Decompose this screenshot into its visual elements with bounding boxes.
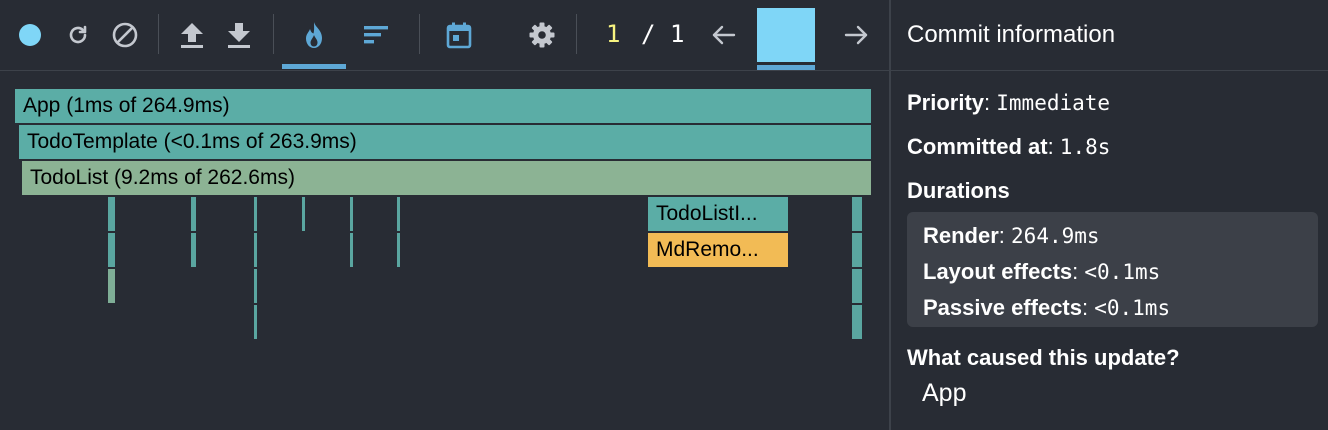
priority-label: Priority — [907, 90, 985, 115]
passive-effects-value: <0.1ms — [1094, 296, 1171, 320]
flamegraph-node[interactable] — [191, 233, 196, 267]
download-icon — [228, 23, 250, 48]
save-profile-button[interactable] — [220, 16, 258, 54]
calendar-icon — [446, 22, 472, 49]
durations-box: Render: 264.9ms Layout effects: <0.1ms P… — [907, 212, 1318, 327]
layout-effects-label: Layout effects — [923, 259, 1073, 284]
flamegraph-node[interactable] — [108, 233, 115, 267]
render-duration-row: Render: 264.9ms — [923, 223, 1100, 249]
commit-bar[interactable] — [757, 8, 815, 62]
cause-component-app[interactable]: App — [922, 379, 966, 408]
clear-profile-button[interactable] — [106, 16, 144, 54]
reload-and-profile-button[interactable] — [59, 16, 97, 54]
sidebar-title: Commit information — [907, 21, 1116, 48]
priority-value: Immediate — [996, 91, 1111, 115]
flamegraph-node-app[interactable]: App (1ms of 264.9ms) — [15, 89, 871, 123]
commit-selector — [757, 8, 815, 70]
flamegraph-tab-underline — [282, 64, 346, 69]
clear-icon — [112, 22, 138, 48]
committed-at-label: Committed at — [907, 134, 1048, 159]
selected-commit-indicator — [757, 65, 815, 70]
render-value: 264.9ms — [1011, 224, 1100, 248]
flame-icon — [306, 22, 322, 48]
flamegraph-node-mdremove[interactable]: MdRemo... — [648, 233, 788, 267]
flamegraph-node-todolistitem[interactable]: TodoListI... — [648, 197, 788, 231]
cause-heading: What caused this update? — [907, 345, 1180, 371]
flamegraph-node[interactable] — [254, 305, 257, 339]
layout-effects-value: <0.1ms — [1084, 260, 1161, 284]
toolbar-separator — [419, 14, 420, 54]
toolbar: 1 / 1 — [0, 0, 889, 71]
flamegraph-node[interactable] — [191, 197, 196, 231]
flamegraph-chart: App (1ms of 264.9ms) TodoTemplate (<0.1m… — [0, 71, 889, 430]
committed-at-colon: : — [1047, 134, 1060, 159]
gear-icon — [529, 22, 555, 48]
flamegraph-node-todotemplate[interactable]: TodoTemplate (<0.1ms of 263.9ms) — [19, 125, 871, 159]
commit-total: 1 — [670, 20, 685, 48]
passive-effects-row: Passive effects: <0.1ms — [923, 295, 1170, 321]
flamegraph-node[interactable] — [108, 197, 115, 231]
commit-index: 1 — [606, 20, 621, 48]
layout-effects-colon: : — [1072, 259, 1085, 284]
ranked-tab[interactable] — [357, 16, 395, 54]
flamegraph-tab[interactable] — [295, 16, 333, 54]
timeline-tab[interactable] — [440, 16, 478, 54]
flamegraph-node-todolist[interactable]: TodoList (9.2ms of 262.6ms) — [22, 161, 871, 195]
passive-effects-label: Passive effects — [923, 295, 1082, 320]
render-label: Render — [923, 223, 999, 248]
committed-at-value: 1.8s — [1059, 135, 1111, 159]
layout-effects-row: Layout effects: <0.1ms — [923, 259, 1160, 285]
next-commit-button[interactable] — [837, 16, 875, 54]
flamegraph-node[interactable] — [852, 233, 862, 267]
record-dot-icon — [19, 24, 41, 46]
durations-title: Durations — [907, 178, 1010, 203]
priority-row: Priority: Immediate — [907, 90, 1110, 116]
record-button[interactable] — [11, 16, 49, 54]
flamegraph-node[interactable] — [350, 233, 353, 267]
flamegraph-node[interactable] — [302, 197, 305, 231]
durations-heading: Durations — [907, 178, 1010, 204]
passive-effects-colon: : — [1082, 295, 1095, 320]
priority-colon: : — [984, 90, 997, 115]
flamegraph-node[interactable] — [254, 233, 257, 267]
sidebar-header: Commit information — [891, 0, 1328, 71]
flamegraph-node[interactable] — [852, 197, 862, 231]
cause-title: What caused this update? — [907, 345, 1180, 370]
flamegraph-node[interactable] — [852, 269, 862, 303]
flamegraph-node[interactable] — [108, 269, 115, 303]
commit-info-sidebar: Commit information Priority: Immediate C… — [891, 0, 1328, 430]
load-profile-button[interactable] — [173, 16, 211, 54]
flamegraph-node[interactable] — [852, 305, 862, 339]
flamegraph-node[interactable] — [397, 197, 400, 231]
commit-separator: / — [641, 20, 656, 48]
ranked-bars-icon — [364, 26, 388, 44]
arrow-right-icon — [844, 25, 868, 45]
flamegraph-node[interactable] — [350, 197, 353, 231]
reload-icon — [69, 25, 87, 44]
previous-commit-button[interactable] — [705, 16, 743, 54]
flamegraph-node[interactable] — [254, 197, 257, 231]
toolbar-separator — [576, 14, 577, 54]
settings-button[interactable] — [523, 16, 561, 54]
flamegraph-node[interactable] — [254, 269, 257, 303]
arrow-left-icon — [712, 25, 736, 45]
upload-icon — [181, 23, 203, 48]
committed-at-row: Committed at: 1.8s — [907, 134, 1110, 160]
toolbar-separator — [158, 14, 159, 54]
flamegraph-node[interactable] — [397, 233, 400, 267]
render-colon: : — [998, 223, 1012, 248]
toolbar-separator — [273, 14, 274, 54]
